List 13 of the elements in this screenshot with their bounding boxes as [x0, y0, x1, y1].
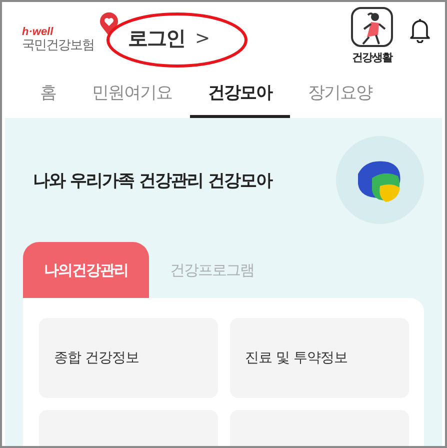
- menu-item[interactable]: 종합 건강정보: [39, 318, 218, 398]
- logo-icon: [336, 136, 424, 224]
- runner-icon: [351, 7, 393, 47]
- panel-title: 나와 우리가족 건강관리 건강모아: [32, 170, 272, 192]
- nav-tab[interactable]: 민원여기요: [74, 70, 190, 118]
- nav-tab[interactable]: 장기요양: [290, 70, 390, 118]
- heart-pin-icon: [98, 11, 120, 37]
- health-life-button[interactable]: 건강생활: [351, 7, 393, 65]
- logo-tagline: h·well: [22, 27, 54, 38]
- menu-item[interactable]: 진료 및 투약정보: [230, 318, 409, 398]
- nav-tab[interactable]: 홈: [24, 70, 74, 118]
- bell-icon[interactable]: [409, 17, 431, 43]
- logo-name: 국민건강보험: [22, 38, 94, 53]
